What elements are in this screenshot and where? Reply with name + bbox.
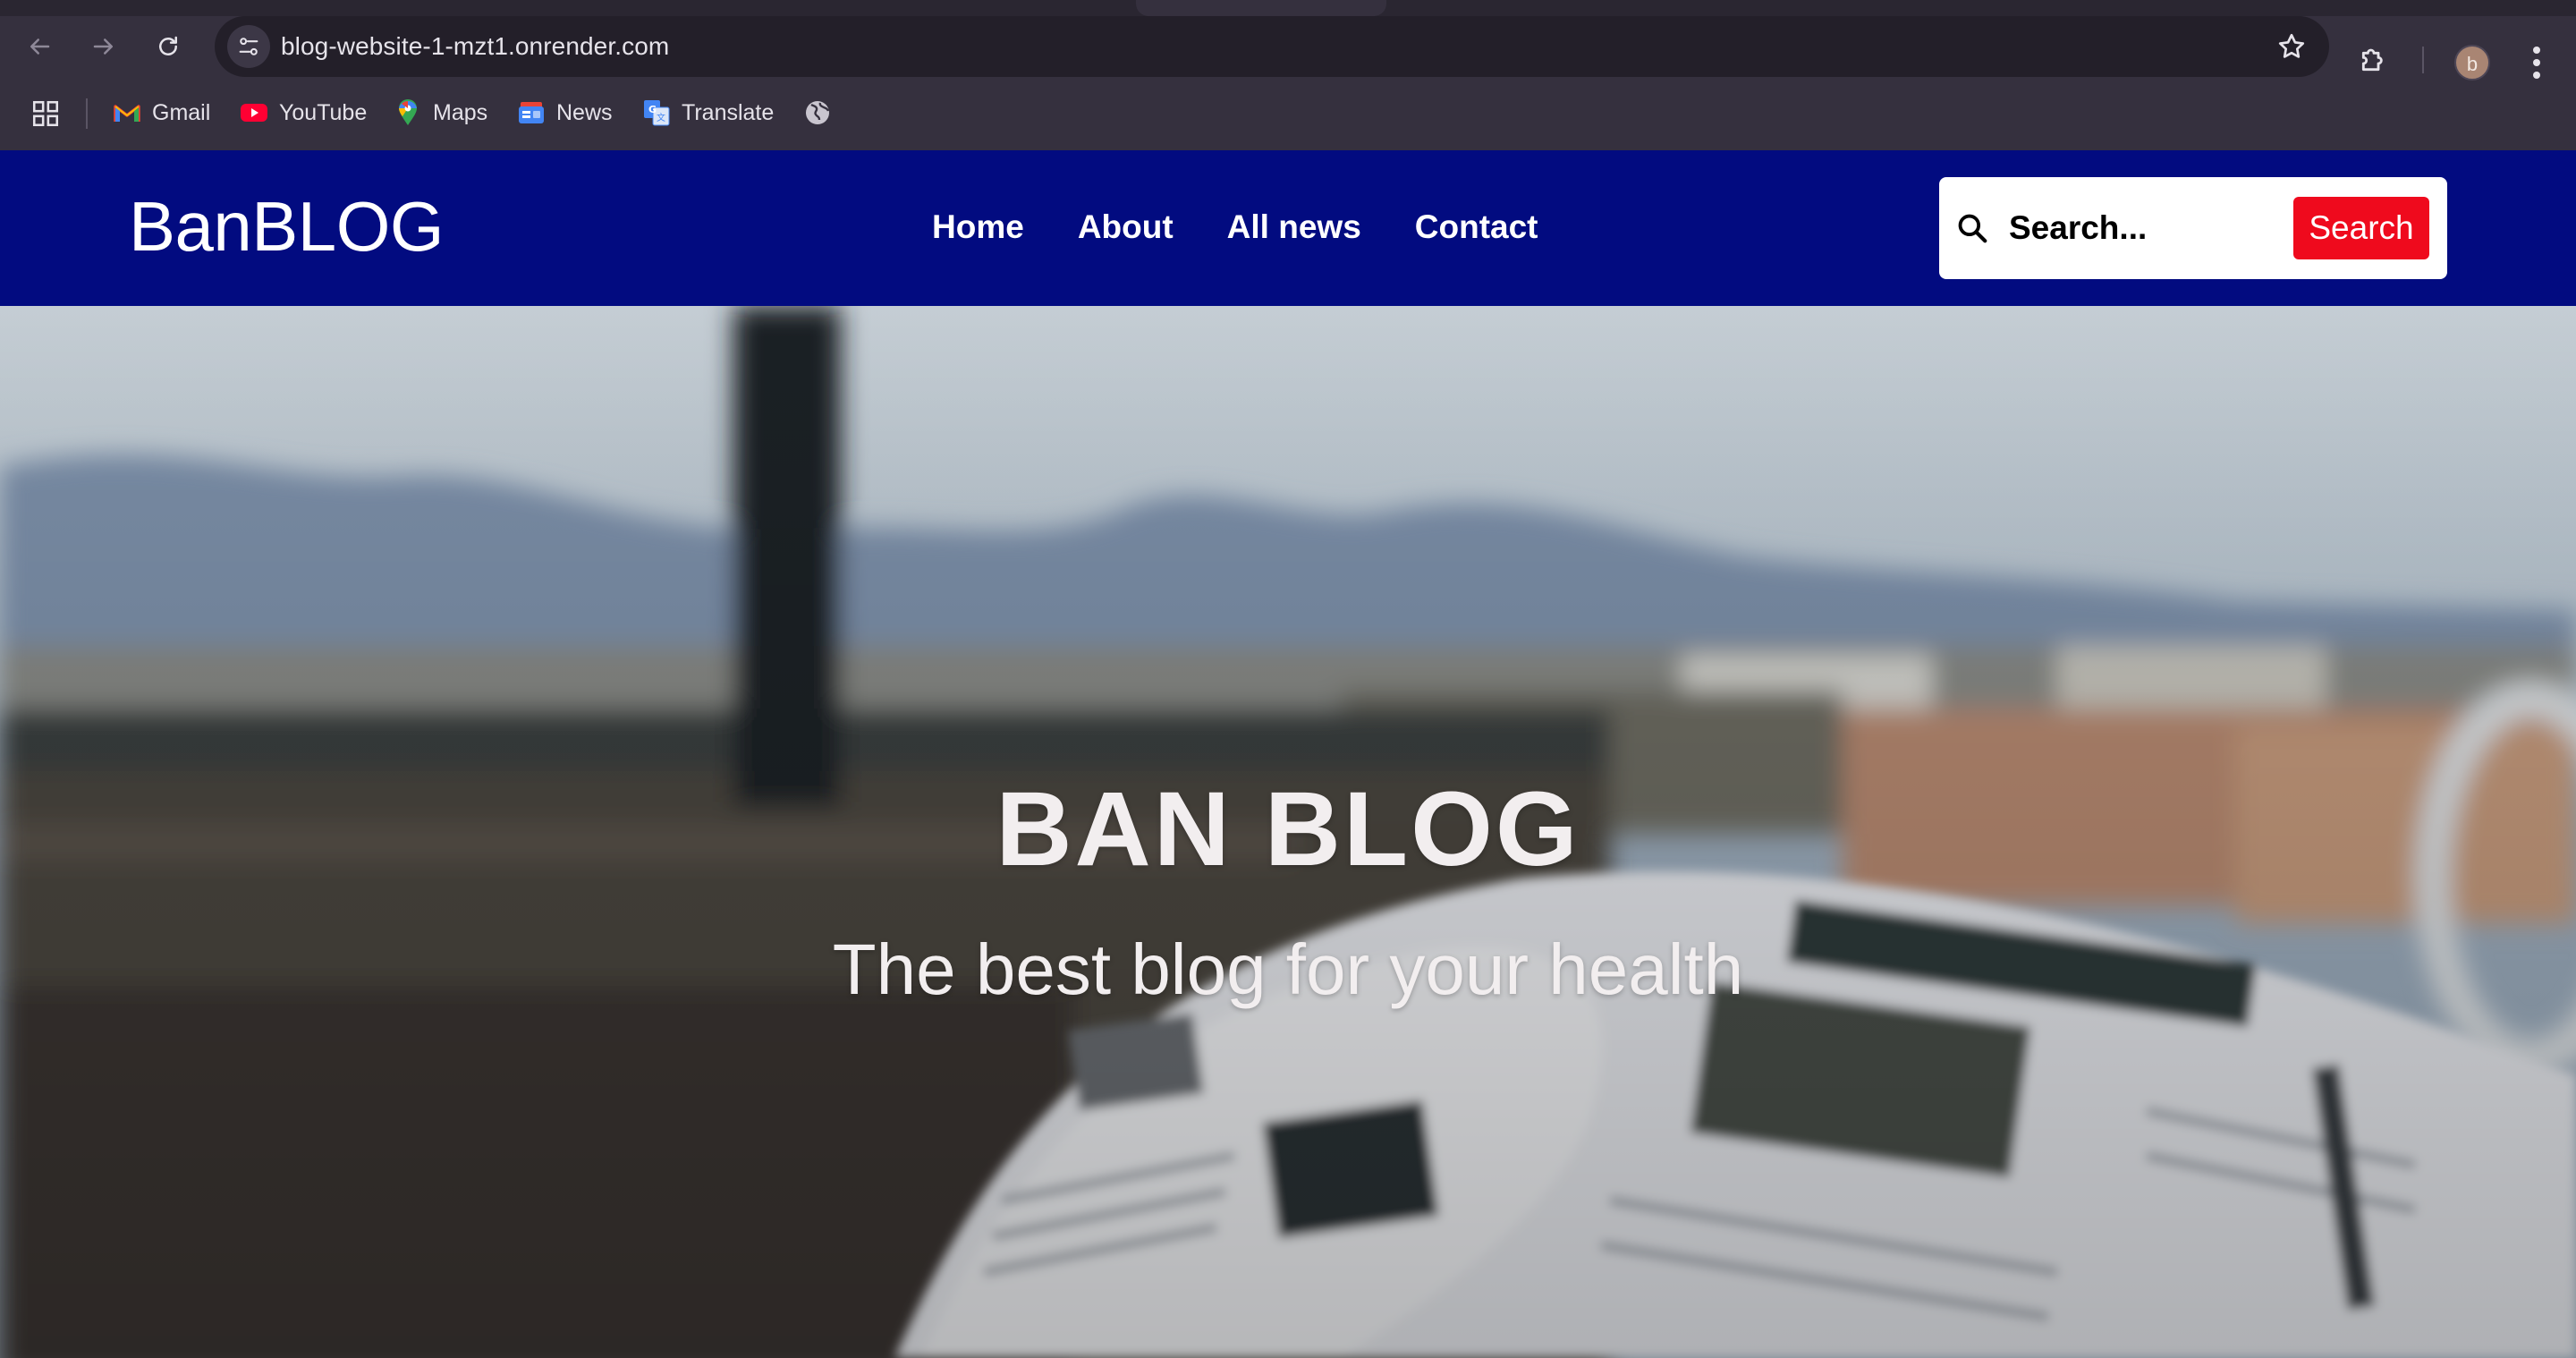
- bookmark-globe[interactable]: [803, 93, 843, 132]
- bookmarks-divider: [86, 98, 88, 129]
- address-bar[interactable]: blog-website-1-mzt1.onrender.com: [215, 16, 2329, 77]
- browser-toolbar: blog-website-1-mzt1.onrender.com b: [0, 16, 2576, 81]
- maps-icon: [394, 98, 422, 127]
- tab-strip: [0, 0, 2576, 16]
- active-tab[interactable]: [1136, 0, 1386, 16]
- bookmark-gmail[interactable]: Gmail: [113, 93, 210, 132]
- nav-link-home[interactable]: Home: [932, 200, 1024, 254]
- translate-icon: G文: [642, 98, 671, 127]
- search-icon: [1958, 214, 1987, 243]
- hero-title: BAN BLOG: [996, 770, 1580, 888]
- bookmark-maps[interactable]: Maps: [394, 93, 487, 132]
- main-nav: Home About All news Contact: [932, 200, 1538, 254]
- bookmarks-bar: Gmail YouTube Maps News G文 Translate: [0, 86, 2576, 140]
- search-form: Search: [1939, 177, 2447, 279]
- extensions-puzzle-icon[interactable]: [2356, 41, 2392, 77]
- reload-icon: [159, 36, 177, 55]
- reload-button[interactable]: [147, 25, 190, 68]
- site-logo[interactable]: BanBLOG: [129, 186, 445, 267]
- search-input[interactable]: [2009, 195, 2277, 261]
- site-header: BanBLOG Home About All news Contact Sear…: [0, 150, 2576, 306]
- web-page: BanBLOG Home About All news Contact Sear…: [0, 150, 2576, 1358]
- url-text[interactable]: blog-website-1-mzt1.onrender.com: [281, 16, 669, 77]
- bookmark-news[interactable]: News: [517, 93, 613, 132]
- youtube-icon: [240, 98, 268, 127]
- svg-text:文: 文: [657, 112, 665, 123]
- bookmark-star-icon[interactable]: [2275, 30, 2308, 63]
- bookmark-label: Maps: [433, 99, 488, 125]
- toolbar-divider: [2422, 47, 2424, 73]
- apps-grid-icon[interactable]: [30, 98, 61, 129]
- back-button[interactable]: [18, 25, 61, 68]
- nav-link-contact[interactable]: Contact: [1415, 200, 1538, 254]
- back-arrow-icon: [30, 38, 50, 55]
- bookmark-label: Translate: [682, 99, 775, 125]
- svg-text:G: G: [648, 104, 657, 115]
- nav-link-about[interactable]: About: [1078, 200, 1174, 254]
- search-button[interactable]: Search: [2293, 197, 2429, 259]
- tune-icon: [239, 38, 258, 55]
- more-menu-icon[interactable]: [2524, 45, 2549, 81]
- bookmark-translate[interactable]: G文 Translate: [642, 93, 774, 132]
- profile-avatar[interactable]: b: [2454, 45, 2490, 81]
- forward-arrow-icon: [93, 38, 113, 55]
- site-info-button[interactable]: [227, 25, 270, 68]
- gmail-icon: [113, 98, 141, 127]
- bookmark-youtube[interactable]: YouTube: [240, 93, 367, 132]
- hero-subtitle: The best blog for your health: [832, 929, 1744, 1009]
- news-icon: [517, 98, 546, 127]
- bookmark-label: Gmail: [152, 99, 211, 125]
- hero-section: BAN BLOG The best blog for your health: [0, 306, 2576, 1358]
- forward-button[interactable]: [82, 25, 125, 68]
- nav-link-all-news[interactable]: All news: [1227, 200, 1361, 254]
- bookmark-label: News: [556, 99, 613, 125]
- globe-icon: [803, 98, 832, 127]
- bookmark-label: YouTube: [279, 99, 368, 125]
- browser-chrome: blog-website-1-mzt1.onrender.com b Gmail…: [0, 0, 2576, 150]
